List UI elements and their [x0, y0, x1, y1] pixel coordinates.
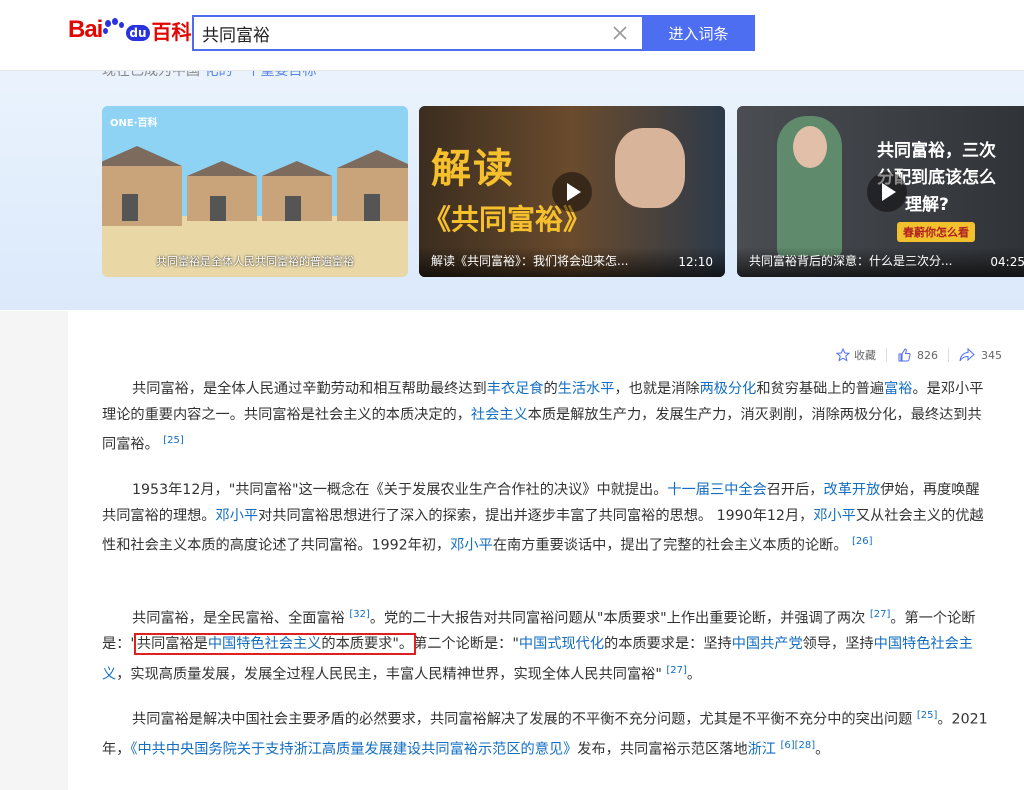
video-caption-2: 解读《共同富裕》：我们将会迎来怎... 12:10: [419, 247, 725, 277]
top-bar: Bai du 百科 进入词条: [0, 0, 1024, 71]
hero-partial-link[interactable]: 化的一个重要目标: [204, 70, 316, 79]
left-gutter: [0, 311, 68, 790]
citation-32[interactable]: [32]: [349, 609, 370, 620]
presenter-face-3: [793, 126, 827, 168]
video-card-3[interactable]: 共同富裕，三次 分配到底该怎么 理解? 春蔚你怎么看 共同富裕背后的深意：什么是…: [737, 106, 1024, 277]
logo-du-text: du: [126, 25, 150, 41]
favorite-button[interactable]: 收藏: [836, 347, 876, 363]
video-card-2[interactable]: 解读 《共同富裕》 解读《共同富裕》：我们将会迎来怎... 12:10: [419, 106, 725, 277]
presenter-avatar-2: [615, 128, 685, 208]
article-paragraph-4: 共同富裕是解决中国社会主要矛盾的必然要求，共同富裕解决了发展的不平衡不充分问题，…: [102, 710, 988, 758]
share-icon: [959, 348, 975, 362]
citation-26[interactable]: [26]: [852, 536, 873, 547]
citation-25[interactable]: [25]: [163, 435, 184, 446]
video-banner: 现在已成为中国 化的一个重要目标 ONE·百科 共同富裕是全体人民共同富裕的普遍…: [0, 70, 1024, 310]
video-thumb-text-1: 共同富裕是全体人民共同富裕的普遍富裕: [156, 255, 354, 268]
video-duration-3: 04:25: [990, 255, 1024, 269]
link-zhongyang-guowuyuan-yijian[interactable]: 《中共中央国务院关于支持浙江高质量发展建设共同富裕示范区的意见》: [130, 742, 577, 758]
video-thumbnail-1: [102, 106, 408, 277]
video-duration-2: 12:10: [678, 255, 713, 269]
link-deng-xiaoping[interactable]: 邓小平: [216, 508, 259, 524]
clear-icon[interactable]: [610, 22, 630, 44]
video-badge-1: ONE·百科: [110, 118, 158, 129]
search-box: [192, 15, 642, 51]
entry-actions: 收藏 826 345: [836, 347, 1002, 363]
link-fengyi-zushi[interactable]: 丰衣足食: [487, 381, 544, 397]
article-paragraph-2: 1953年12月，"共同富裕"这一概念在《关于发展农业生产合作社的决议》中就提出…: [102, 482, 984, 554]
video-card-1[interactable]: ONE·百科 共同富裕是全体人民共同富裕的普遍富裕: [102, 106, 408, 277]
play-icon[interactable]: [867, 171, 907, 212]
search-input[interactable]: [194, 17, 602, 49]
citation-6[interactable]: [6]: [780, 740, 794, 751]
link-gaige-kaifang[interactable]: 改革开放: [824, 482, 881, 498]
like-button[interactable]: 826: [897, 348, 938, 362]
citation-27[interactable]: [27]: [666, 665, 687, 676]
link-zhejiang[interactable]: 浙江: [748, 742, 776, 758]
star-icon: [836, 348, 850, 362]
link-shiyijie-sanzhong-quanhui[interactable]: 十一届三中全会: [667, 482, 766, 498]
link-zhongguo-tese-shehui-zhuyi[interactable]: 中国特色社会主义: [208, 636, 322, 652]
hero-partial-text: 现在已成为中国 化的一个重要目标: [102, 70, 316, 80]
link-zhongguoshi-xiandaihua[interactable]: 中国式现代化: [519, 636, 604, 652]
article-paragraph-3: 共同富裕，是全民富裕、全面富裕 [32]。党的二十大报告对共同富裕问题从"本质要…: [102, 609, 976, 683]
video-badge-3: 春蔚你怎么看: [897, 222, 975, 242]
article-paragraph-1: 共同富裕，是全体人民通过辛勤劳动和相互帮助最终达到丰衣足食的生活水平，也就是消除…: [102, 381, 984, 453]
video-thumb-title-2: 解读: [431, 146, 515, 192]
enter-entry-button[interactable]: 进入词条: [642, 15, 755, 51]
logo-bai-text: Bai: [68, 16, 103, 43]
divider: [948, 348, 949, 362]
link-shenghuo-shuiping[interactable]: 生活水平: [558, 381, 615, 397]
video-caption-3: 共同富裕背后的深意：什么是三次分... 04:25: [737, 247, 1024, 277]
link-fuyu[interactable]: 富裕: [884, 381, 912, 397]
link-deng-xiaoping[interactable]: 邓小平: [450, 538, 493, 554]
link-deng-xiaoping[interactable]: 邓小平: [813, 508, 856, 524]
baidu-baike-logo[interactable]: Bai du 百科: [68, 14, 192, 46]
citation-27[interactable]: [27]: [870, 609, 891, 620]
link-liangji-fenhua[interactable]: 两极分化: [700, 381, 757, 397]
citation-28[interactable]: [28]: [795, 740, 816, 751]
link-shehui-zhuyi[interactable]: 社会主义: [471, 407, 528, 423]
logo-baike-text: 百科: [151, 19, 192, 44]
highlighted-quote: 共同富裕是中国特色社会主义的本质要求"。: [133, 633, 417, 656]
citation-25[interactable]: [25]: [917, 710, 938, 721]
share-button[interactable]: 345: [959, 348, 1002, 362]
paw-icon: [103, 18, 125, 42]
thumbs-up-icon: [898, 348, 911, 362]
play-icon[interactable]: [552, 171, 592, 212]
divider: [886, 348, 887, 362]
link-zhongguo-gongchandang[interactable]: 中国共产党: [732, 636, 803, 652]
